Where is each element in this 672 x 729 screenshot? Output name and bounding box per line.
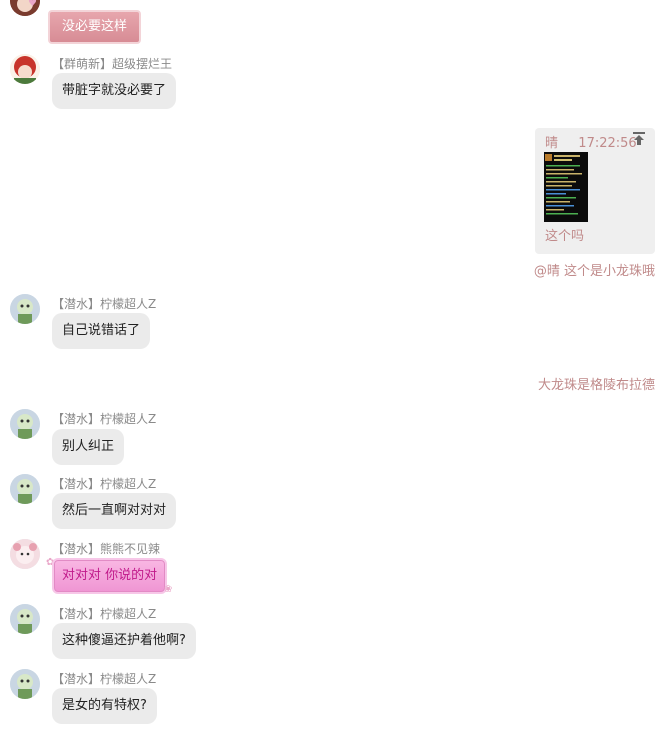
message-text: 是女的有特权? [62,698,147,713]
sender-nickname: 【潜水】熊熊不见辣 [52,542,161,556]
avatar-image [10,604,40,634]
arrow-up-to-top-icon[interactable] [631,130,647,146]
sender-nickname: 【潜水】柠檬超人Z [52,607,157,621]
message-text: 然后一直啊对对对 [62,503,167,518]
bubble-decoration: ♥ [28,0,37,9]
game-screenshot [544,152,588,222]
message-bubble[interactable]: 自己说错话了 [52,313,151,349]
avatar-image [10,54,40,84]
quoted-message-card[interactable]: 晴 17:22:56 这个吗 [535,128,655,254]
message-bubble[interactable]: 是女的有特权? [52,688,157,724]
avatar[interactable] [10,409,40,439]
own-message-text[interactable]: @晴 这个是小龙珠哦 [534,260,655,279]
message-text: 对对对 你说的对 [62,568,158,583]
bubble-decoration: ❀ [164,584,173,595]
sender-nickname: 【潜水】柠檬超人Z [52,412,157,426]
sender-nickname: 【潜水】柠檬超人Z [52,477,157,491]
message-bubble[interactable]: 然后一直啊对对对 [52,493,177,529]
message-text: 带脏字就没必要了 [62,83,167,98]
avatar[interactable] [10,539,40,569]
quote-header: 晴 17:22:56 [545,132,637,151]
sender-nickname: 【群萌新】超级摆烂王 [52,57,173,71]
quoted-image-thumbnail[interactable] [544,152,588,222]
sender-nickname: 【潜水】柠檬超人Z [52,672,157,686]
avatar-image [10,409,40,439]
avatar-image [10,669,40,699]
avatar-image [10,474,40,504]
avatar[interactable] [10,54,40,84]
sender-nickname: 【潜水】柠檬超人Z [52,297,157,311]
quote-time: 17:22:56 [578,136,637,151]
avatar[interactable] [10,669,40,699]
message-bubble[interactable]: 对对对 你说的对 [52,558,168,594]
avatar[interactable] [10,474,40,504]
own-message-text[interactable]: 大龙珠是格陵布拉德 [538,374,655,393]
quote-caption: 这个吗 [545,229,585,244]
message-text: 这种傻逼还护着他啊? [62,633,186,648]
message-text: 别人纠正 [62,439,115,454]
avatar[interactable] [10,604,40,634]
quote-sender: 晴 [545,136,559,151]
message-bubble[interactable]: 这种傻逼还护着他啊? [52,623,196,659]
message-bubble[interactable]: 带脏字就没必要了 [52,73,177,109]
message-bubble[interactable]: 没必要这样 [48,10,142,44]
avatar[interactable] [10,294,40,324]
avatar-image [10,294,40,324]
avatar-image [10,539,40,569]
message-text: 自己说错话了 [62,323,141,338]
message-text: 没必要这样 [62,19,128,34]
message-bubble[interactable]: 别人纠正 [52,429,125,465]
